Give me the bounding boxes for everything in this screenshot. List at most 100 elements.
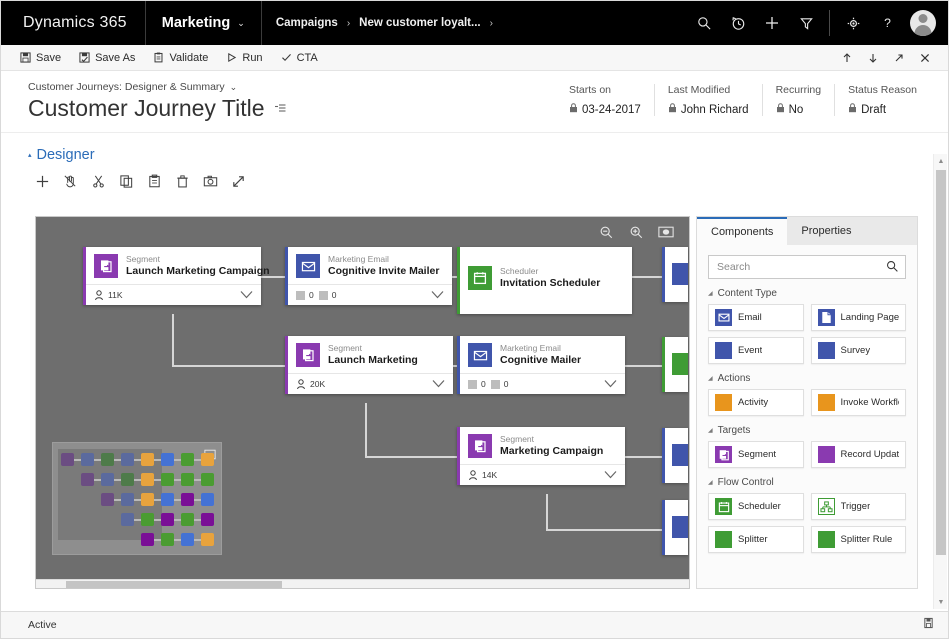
tab-properties[interactable]: Properties — [787, 217, 865, 245]
advanced-find-icon[interactable] — [789, 1, 823, 45]
search-input[interactable] — [708, 255, 906, 279]
node-accent-fill — [672, 263, 688, 285]
brand-dynamics-365[interactable]: Dynamics 365 — [1, 1, 146, 45]
journey-designer-canvas[interactable]: Segment Launch Marketing Campaign 11K Ma… — [35, 216, 690, 589]
minimap-node — [161, 513, 174, 526]
cut-scissors-icon[interactable] — [84, 169, 112, 193]
journey-node-scheduler-invitation-scheduler[interactable]: Scheduler Invitation Scheduler — [457, 247, 632, 314]
previous-record-icon[interactable] — [834, 45, 860, 71]
help-icon[interactable]: ? — [870, 1, 904, 45]
journey-node-segment-launch-marketing[interactable]: Segment Launch Marketing 20K — [285, 336, 453, 395]
journey-node-segment-launch-marketing-campaign[interactable]: Segment Launch Marketing Campaign 11K — [83, 247, 270, 306]
expand-fullscreen-icon[interactable] — [224, 169, 252, 193]
component-tile-landing-page[interactable]: Landing Page — [810, 304, 906, 331]
tab-components[interactable]: Components — [697, 217, 788, 245]
journey-node-segment-marketing-campaign[interactable]: Segment Marketing Campaign 14K — [457, 427, 625, 486]
zoom-out-icon[interactable] — [597, 223, 615, 241]
component-tile-event[interactable]: Event — [708, 337, 804, 364]
chevron-down-icon[interactable] — [604, 375, 617, 393]
component-tile-segment[interactable]: Segment — [708, 441, 804, 468]
search-icon[interactable] — [687, 1, 721, 45]
group-header[interactable]: ◢ Content Type — [708, 288, 906, 299]
title-notes-icon[interactable] — [273, 95, 287, 121]
journey-node-partial-2[interactable] — [662, 337, 688, 392]
search-icon[interactable] — [886, 260, 899, 278]
segment-icon — [715, 446, 732, 463]
component-tile-invoke-workflow[interactable]: Invoke Workflow — [810, 389, 906, 416]
user-avatar[interactable] — [910, 10, 936, 36]
copy-icon[interactable] — [112, 169, 140, 193]
scrollbar-thumb[interactable] — [66, 581, 282, 588]
canvas-horizontal-scrollbar[interactable] — [36, 579, 689, 588]
component-tile-record-update[interactable]: Record Update — [810, 441, 906, 468]
journey-node-email-cognitive-invite-mailer[interactable]: Marketing Email Cognitive Invite Mailer … — [285, 247, 452, 306]
component-tile-splitter[interactable]: Splitter — [708, 526, 804, 553]
page-title-text: Customer Journey Title — [28, 95, 265, 121]
save-as-button[interactable]: Save As — [70, 45, 144, 71]
segment-icon — [468, 434, 492, 459]
breadcrumb-item-record[interactable]: New customer loyalt... — [359, 17, 480, 29]
save-status-icon[interactable] — [923, 616, 934, 634]
fit-to-screen-icon[interactable] — [657, 223, 675, 241]
minimap-connector — [194, 519, 201, 521]
tile-row: Activity Invoke Workflow — [708, 389, 906, 416]
chevron-down-icon[interactable] — [240, 286, 253, 304]
page-vertical-scrollbar[interactable]: ▲ ▼ — [933, 154, 947, 609]
canvas-minimap[interactable] — [52, 442, 222, 555]
journey-node-partial-4[interactable] — [662, 500, 688, 555]
run-button[interactable]: Run — [217, 45, 271, 71]
form-selector[interactable]: Customer Journeys: Designer & Summary ⌄ — [28, 81, 287, 93]
paste-icon[interactable] — [140, 169, 168, 193]
minimap-node — [201, 533, 214, 546]
app-name-selector[interactable]: Marketing ⌄ — [146, 1, 262, 45]
camera-snapshot-icon[interactable] — [196, 169, 224, 193]
component-tile-survey[interactable]: Survey — [810, 337, 906, 364]
journey-node-email-cognitive-mailer[interactable]: Marketing Email Cognitive Mailer 0 0 — [457, 336, 625, 395]
zoom-in-icon[interactable] — [627, 223, 645, 241]
collapse-triangle-icon: ◢ — [708, 480, 713, 486]
chevron-down-icon[interactable] — [432, 375, 445, 393]
chevron-down-icon[interactable] — [604, 466, 617, 484]
pointer-hand-icon[interactable] — [56, 169, 84, 193]
popout-icon[interactable] — [886, 45, 912, 71]
node-footer[interactable]: 0 0 — [460, 373, 625, 394]
chevron-down-icon[interactable] — [431, 286, 444, 304]
designer-section-header[interactable]: ▴ Designer — [28, 147, 948, 163]
journey-node-partial-1[interactable] — [662, 247, 688, 302]
validate-button[interactable]: Validate — [144, 45, 217, 71]
field-value: 03-24-2017 — [569, 103, 641, 116]
next-record-icon[interactable] — [860, 45, 886, 71]
node-text: Segment Launch Marketing — [328, 343, 418, 367]
delete-trash-icon[interactable] — [168, 169, 196, 193]
node-footer[interactable]: 11K — [86, 284, 261, 305]
quick-create-icon[interactable] — [755, 1, 789, 45]
node-footer[interactable]: 14K — [460, 464, 625, 485]
component-tile-trigger[interactable]: Trigger — [810, 493, 906, 520]
minimap-connector — [134, 479, 141, 481]
save-button[interactable]: Save — [11, 45, 70, 71]
scrollbar-thumb[interactable] — [936, 170, 946, 555]
component-tile-scheduler[interactable]: Scheduler — [708, 493, 804, 520]
scroll-down-arrow-icon[interactable]: ▼ — [934, 595, 948, 609]
scroll-up-arrow-icon[interactable]: ▲ — [934, 154, 948, 168]
component-tile-activity[interactable]: Activity — [708, 389, 804, 416]
top-navigation-bar: Dynamics 365 Marketing ⌄ Campaigns › New… — [1, 1, 948, 45]
survey-swatch-icon — [817, 342, 835, 359]
component-tile-email[interactable]: Email — [708, 304, 804, 331]
designer-section-label: Designer — [36, 147, 95, 163]
cta-button[interactable]: CTA — [272, 45, 327, 71]
node-footer[interactable]: 20K — [288, 373, 453, 394]
group-header[interactable]: ◢ Flow Control — [708, 477, 906, 488]
journey-node-partial-3[interactable] — [662, 428, 688, 483]
close-icon[interactable] — [912, 45, 938, 71]
recent-history-icon[interactable] — [721, 1, 755, 45]
component-tile-splitter-rule[interactable]: Splitter Rule — [810, 526, 906, 553]
settings-gear-icon[interactable] — [836, 1, 870, 45]
node-footer[interactable]: 0 0 — [288, 284, 452, 305]
tile-label: Landing Page — [840, 312, 900, 323]
breadcrumb-item-campaigns[interactable]: Campaigns — [276, 17, 338, 29]
tile-row: Email Landing Page — [708, 304, 906, 331]
group-header[interactable]: ◢ Actions — [708, 373, 906, 384]
group-header[interactable]: ◢ Targets — [708, 425, 906, 436]
add-icon[interactable] — [28, 169, 56, 193]
